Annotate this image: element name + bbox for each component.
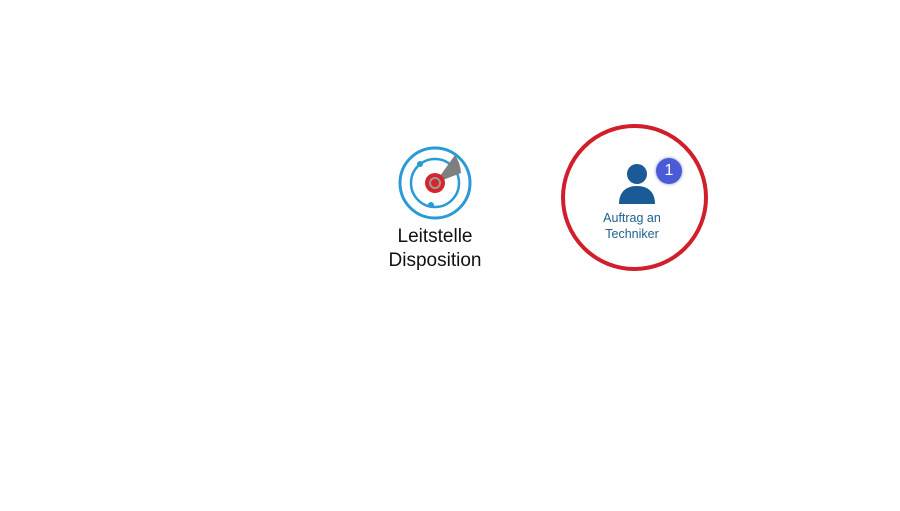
user-icon-wrapper: 1	[602, 158, 682, 206]
leitstelle-label-line2: Disposition	[388, 250, 482, 271]
auftrag-label-line1: Auftrag an	[603, 211, 661, 225]
user-icon	[619, 164, 655, 204]
leitstelle-disposition-tile[interactable]: Leitstelle Disposition	[370, 145, 500, 273]
radar-icon	[398, 146, 472, 220]
auftrag-label-line2: Techniker	[605, 227, 659, 241]
auftrag-an-techniker-tile[interactable]: 1 Auftrag an Techniker	[582, 158, 682, 242]
notification-badge: 1	[656, 158, 682, 184]
leitstelle-disposition-label: Leitstelle Disposition	[370, 225, 500, 273]
desktop-canvas: Leitstelle Disposition 1 Auftrag an Tech…	[0, 0, 900, 511]
auftrag-an-techniker-label: Auftrag an Techniker	[582, 210, 682, 242]
leitstelle-label-line1: Leitstelle	[397, 226, 473, 247]
